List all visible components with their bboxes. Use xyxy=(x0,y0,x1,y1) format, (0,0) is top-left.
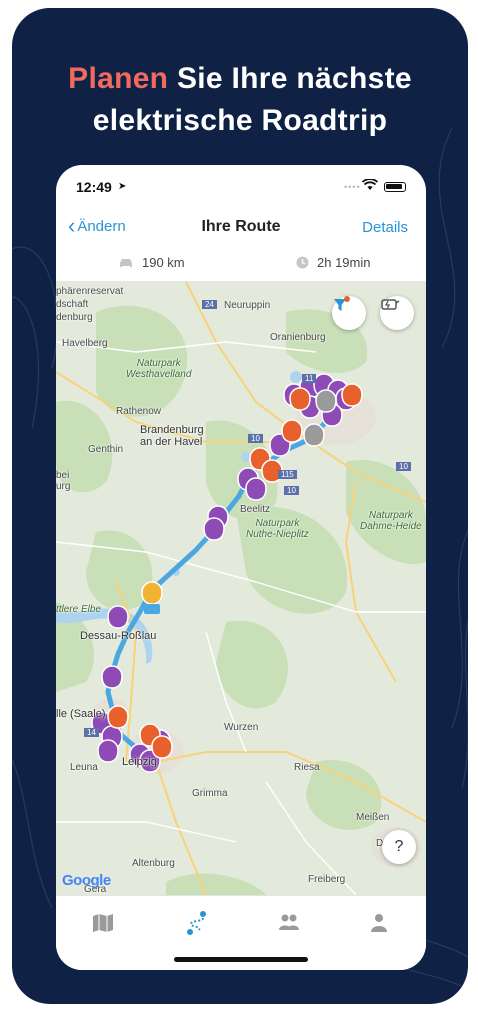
filter-button[interactable] xyxy=(332,296,366,330)
battery-icon xyxy=(384,182,406,192)
distance-value: 190 km xyxy=(142,255,185,270)
map-label-halle: lle (Saale) xyxy=(56,708,106,720)
road-badge: 24 xyxy=(202,300,217,309)
map-label-freiberg: Freiberg xyxy=(308,874,346,885)
charging-station-toggle-button[interactable] xyxy=(380,296,414,330)
back-button[interactable]: ‹ Ändern xyxy=(68,213,126,238)
headline-line1: Sie Ihre nächste xyxy=(168,62,412,95)
road-badge: 11 xyxy=(302,374,317,383)
location-arrow-icon: ➤ xyxy=(118,181,127,192)
map-label-leipzig: Leipzig xyxy=(122,756,157,768)
road-badge: 10 xyxy=(284,486,299,495)
headline-line2: elektrische Roadtrip xyxy=(92,104,388,137)
profile-icon xyxy=(371,914,387,932)
road-badge: 10 xyxy=(248,434,263,443)
headline-accent: Planen xyxy=(68,62,169,95)
map-label-landscape: dschaft xyxy=(56,299,89,310)
map-label-dahme-heide: Naturpark Dahme-Heide xyxy=(360,510,422,532)
status-bar: 12:49 ➤ •••• xyxy=(56,165,426,205)
map-label-neuruppin: Neuruppin xyxy=(224,300,271,311)
map-label-westhavelland: Naturpark Westhavelland xyxy=(126,358,192,380)
details-button[interactable]: Details xyxy=(362,219,408,236)
map-label-wurzen: Wurzen xyxy=(224,722,259,733)
google-attribution: Google xyxy=(62,872,111,889)
map-label-leuna: Leuna xyxy=(70,762,98,773)
car-icon xyxy=(120,258,132,267)
tab-route[interactable] xyxy=(184,910,210,936)
route-summary: 190 km 2h 19min xyxy=(56,247,426,282)
road-badge: 115 xyxy=(278,470,297,479)
map-label-mittlere-elbe: ttlere Elbe xyxy=(56,604,102,615)
route-icon xyxy=(187,911,206,935)
map-label-nuthe-nieplitz: Naturpark Nuthe-Nieplitz xyxy=(246,518,309,540)
map-label-bei: bei urg xyxy=(56,470,71,492)
signal-icon: •••• xyxy=(344,182,361,192)
map-label-oranienburg: Oranienburg xyxy=(270,332,326,343)
map-label-meissen: Meißen xyxy=(356,812,390,823)
app-store-card: Planen Sie Ihre nächste elektrische Road… xyxy=(12,8,468,1004)
map-label-biosphere: phärenreservat xyxy=(56,286,124,297)
map-label-grimma: Grimma xyxy=(192,788,228,799)
map-label-brandenburg: Brandenburg an der Havel xyxy=(140,424,204,448)
route-map[interactable]: phärenreservat dschaft denburg Neuruppin… xyxy=(56,282,426,895)
duration-stat: 2h 19min xyxy=(296,255,370,270)
tab-profile[interactable] xyxy=(366,910,392,936)
wifi-icon xyxy=(362,179,378,190)
headline: Planen Sie Ihre nächste elektrische Road… xyxy=(12,58,468,142)
tab-community[interactable] xyxy=(276,910,302,936)
forest-areas xyxy=(56,305,426,895)
filter-icon xyxy=(334,296,350,311)
navigation-bar: ‹ Ändern Ihre Route Details xyxy=(56,209,426,247)
map-label-rathenow: Rathenow xyxy=(116,406,162,417)
map-label-riesa: Riesa xyxy=(294,762,320,773)
home-indicator xyxy=(174,957,308,962)
status-time: 12:49 xyxy=(76,179,112,195)
clock-icon xyxy=(296,256,309,269)
road-badge: 14 xyxy=(84,728,99,737)
map-label-altenburg: Altenburg xyxy=(132,858,175,869)
map-label-beelitz: Beelitz xyxy=(240,504,271,515)
map-label-brandenburg-region: denburg xyxy=(56,312,93,323)
map-icon xyxy=(93,914,113,932)
map-label-havelberg: Havelberg xyxy=(62,338,108,349)
help-button[interactable]: ? xyxy=(382,830,416,864)
duration-value: 2h 19min xyxy=(317,255,371,270)
tab-map[interactable] xyxy=(90,910,116,936)
back-label: Ändern xyxy=(77,217,126,235)
community-icon xyxy=(279,914,299,930)
map-label-dessau: Dessau-Roßlau xyxy=(80,630,157,642)
phone-screen: 12:49 ➤ •••• ‹ Ändern Ihre Route Details xyxy=(56,165,426,970)
charger-icon xyxy=(381,299,400,310)
distance-stat: 190 km xyxy=(118,255,185,270)
waypoint-pin[interactable] xyxy=(141,581,163,614)
road-badge: 10 xyxy=(396,462,411,471)
map-canvas xyxy=(56,282,426,895)
chevron-left-icon: ‹ xyxy=(68,213,76,238)
map-label-genthin: Genthin xyxy=(88,444,124,455)
